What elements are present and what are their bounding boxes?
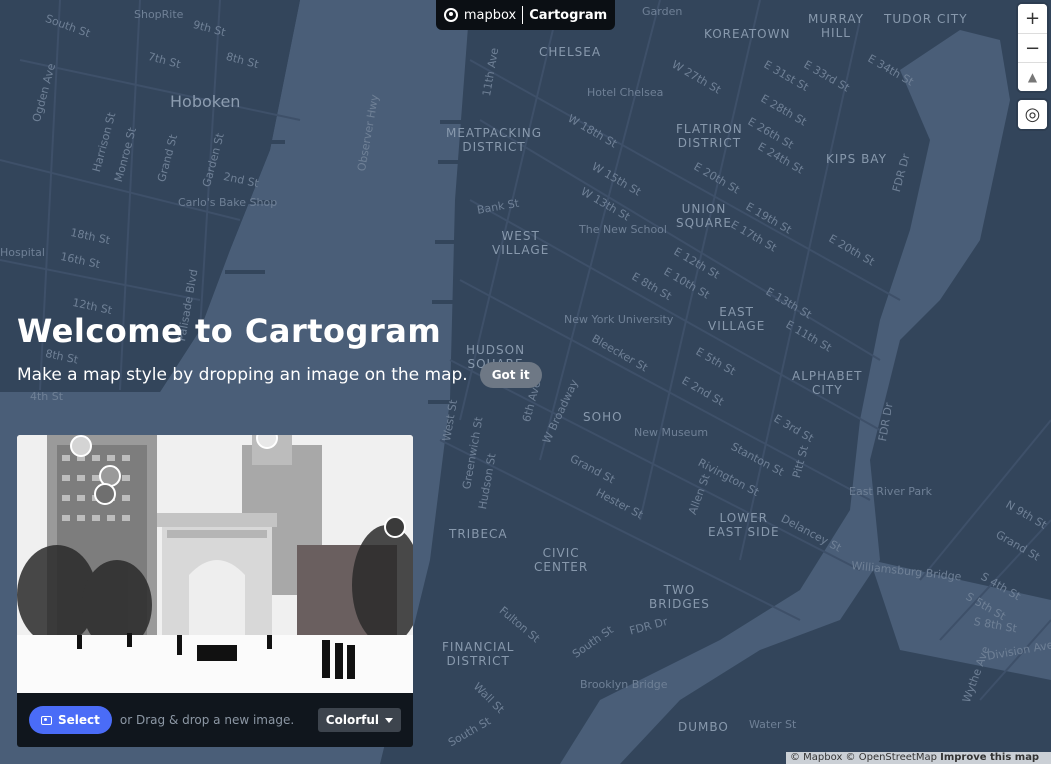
- palette-swatch[interactable]: [384, 516, 406, 538]
- map-label-poi: ShopRite: [134, 8, 183, 21]
- geolocate-button[interactable]: ◎: [1018, 100, 1047, 129]
- geolocate-control: ◎: [1018, 100, 1047, 129]
- map-label-neighborhood: EAST VILLAGE: [708, 305, 765, 333]
- map-label-poi: Hotel Chelsea: [587, 86, 663, 99]
- welcome-title: Welcome to Cartogram: [17, 312, 542, 350]
- zoom-in-button[interactable]: +: [1018, 4, 1047, 33]
- map-label-neighborhood: TWO BRIDGES: [649, 583, 710, 611]
- washington-square-photo: [17, 435, 413, 693]
- compass-icon: ▲: [1028, 70, 1037, 84]
- mapbox-cartogram-logo[interactable]: mapbox Cartogram: [436, 0, 615, 30]
- style-dropdown-value: Colorful: [326, 713, 379, 727]
- compass-button[interactable]: ▲: [1018, 62, 1047, 91]
- image-style-card: Select or Drag & drop a new image. Color…: [17, 435, 413, 747]
- mapbox-logo-icon: [444, 8, 458, 22]
- map-label-neighborhood: LOWER EAST SIDE: [708, 511, 780, 539]
- brand-divider: [522, 6, 523, 24]
- map-label-bridge: Brooklyn Bridge: [580, 678, 668, 691]
- map-label-neighborhood: TRIBECA: [449, 527, 508, 541]
- brand-vendor: mapbox: [464, 8, 516, 23]
- map-label-neighborhood: SOHO: [583, 410, 623, 424]
- map-label-neighborhood: DUMBO: [678, 720, 729, 734]
- map-label-poi: Carlo's Bake Shop: [178, 196, 277, 209]
- map-label-neighborhood: CIVIC CENTER: [534, 546, 588, 574]
- improve-map-link[interactable]: Improve this map: [940, 752, 1039, 763]
- map-label-street: 4th St: [30, 390, 63, 403]
- map-label-city: Hoboken: [170, 92, 240, 111]
- map-label-poi: Garden: [642, 5, 682, 18]
- zoom-control: + − ▲: [1018, 4, 1047, 91]
- map-label-neighborhood: MEATPACKING DISTRICT: [446, 126, 542, 154]
- select-label: Select: [58, 713, 100, 727]
- attribution-mapbox-link[interactable]: © Mapbox: [790, 752, 842, 763]
- select-image-button[interactable]: Select: [29, 706, 112, 734]
- brand-product: Cartogram: [529, 8, 607, 23]
- map-label-neighborhood: KOREATOWN: [704, 27, 790, 41]
- image-icon: [41, 716, 52, 725]
- map-label-neighborhood: CHELSEA: [539, 45, 601, 59]
- palette-swatch[interactable]: [94, 483, 116, 505]
- map-attribution: © Mapbox © OpenStreetMap Improve this ma…: [786, 752, 1051, 764]
- map-label-neighborhood: FINANCIAL DISTRICT: [442, 640, 514, 668]
- palette-swatch[interactable]: [70, 435, 92, 457]
- welcome-subtitle: Make a map style by dropping an image on…: [17, 365, 468, 385]
- style-dropdown[interactable]: Colorful: [318, 708, 401, 732]
- caret-down-icon: [385, 718, 393, 723]
- map-label-neighborhood: MURRAY HILL: [808, 12, 864, 40]
- map-label-neighborhood: ALPHABET CITY: [792, 369, 863, 397]
- map-label-neighborhood: WEST VILLAGE: [492, 229, 549, 257]
- map-label-poi: New Museum: [634, 426, 708, 439]
- map-label-neighborhood: FLATIRON DISTRICT: [676, 122, 743, 150]
- drag-drop-hint: or Drag & drop a new image.: [120, 713, 318, 727]
- map-label-neighborhood: KIPS BAY: [826, 152, 887, 166]
- got-it-button[interactable]: Got it: [480, 362, 542, 388]
- map-label-neighborhood: TUDOR CITY: [884, 12, 968, 26]
- map-label-street: Water St: [749, 718, 796, 731]
- map-label-park: East River Park: [849, 485, 932, 498]
- attribution-osm-link[interactable]: © OpenStreetMap: [846, 752, 937, 763]
- source-image[interactable]: [17, 435, 413, 693]
- map-label-neighborhood: UNION SQUARE: [676, 202, 732, 230]
- map-label-poi: New York University: [564, 313, 673, 326]
- geolocate-icon: ◎: [1025, 104, 1041, 125]
- zoom-out-button[interactable]: −: [1018, 33, 1047, 62]
- card-toolbar: Select or Drag & drop a new image. Color…: [17, 693, 413, 747]
- welcome-panel: Welcome to Cartogram Make a map style by…: [17, 312, 542, 388]
- map-label-poi: The New School: [579, 223, 667, 236]
- map-label-poi: Hospital: [0, 246, 45, 259]
